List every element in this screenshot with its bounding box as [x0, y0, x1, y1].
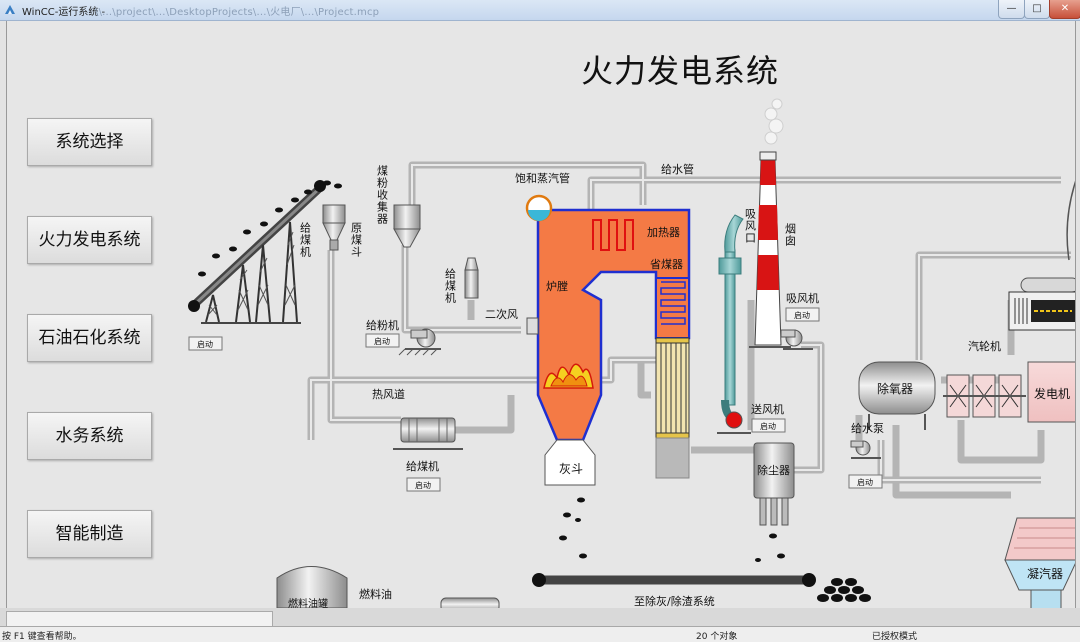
minimize-button[interactable]: — [998, 0, 1025, 19]
coal-conveyor [188, 180, 342, 324]
start-button-feed-pump[interactable]: 启动 [848, 474, 883, 489]
deaerator [858, 361, 936, 430]
label-turbine: 汽轮机 [968, 339, 1001, 353]
label-generator: 发电机 [1034, 386, 1070, 401]
status-object-count: 20 个对象 [696, 632, 738, 642]
nav-button-petrochemical[interactable]: 石油石化系统 [27, 314, 152, 362]
maximize-button[interactable]: □ [1024, 0, 1050, 19]
nav-button-thermal-power[interactable]: 火力发电系统 [27, 216, 152, 264]
start-button-conveyor[interactable]: 启动 [188, 336, 223, 351]
label-feed-pump: 给水泵 [851, 422, 884, 435]
nav-button-water-system[interactable]: 水务系统 [27, 412, 152, 460]
label-hot-air-duct: 热风道 [372, 387, 405, 401]
svg-text:启动: 启动 [197, 339, 213, 349]
suction-duct [717, 214, 751, 434]
nav-button-system-select[interactable]: 系统选择 [27, 118, 152, 166]
status-bar: 按 F1 键查看帮助。 20 个对象 已授权模式 [0, 626, 1080, 642]
label-coal-feeder-bottom: 给煤机 [406, 459, 439, 473]
start-button-forced-fan[interactable]: 启动 [751, 418, 786, 433]
label-small-coal-feeder: 给煤机 [444, 268, 457, 304]
label-dust-collector: 除尘器 [757, 463, 790, 477]
steam-turbine [943, 374, 1026, 418]
label-furnace: 炉膛 [546, 279, 568, 293]
svg-text:启动: 启动 [794, 310, 810, 320]
label-forced-fan: 送风机 [751, 402, 784, 416]
label-feedwater-pipe: 给水管 [661, 162, 694, 176]
label-raw-coal-hopper: 原煤斗 [350, 222, 363, 258]
label-condenser: 凝汽器 [1027, 566, 1063, 581]
label-induced-fan: 吸风机 [786, 291, 819, 305]
close-button[interactable]: ✕ [1049, 0, 1080, 19]
condenser [1004, 517, 1075, 608]
label-suction-inlet: 吸风口 [744, 208, 757, 244]
label-ash-removal: 至除灰/除渣系统 [634, 594, 715, 608]
window-path: \\...\project\...\DesktopProjects\...\火电… [95, 7, 380, 18]
label-economizer: 省煤器 [650, 258, 683, 271]
process-canvas: 给煤机 原煤斗 煤粉收集器 给煤机 给粉机 二次风 热风道 给煤机 饱和蒸汽管 … [6, 21, 1076, 608]
svg-text:启动: 启动 [374, 336, 390, 346]
start-button-powder-feeder[interactable]: 启动 [365, 333, 400, 348]
air-preheater [655, 337, 690, 479]
pulverized-coal-collector [393, 204, 421, 248]
label-secondary-air: 二次风 [485, 307, 518, 321]
label-ash-hopper: 灰斗 [559, 462, 583, 476]
label-deaerator: 除氧器 [877, 381, 913, 396]
bottom-coal-feeder [393, 417, 463, 450]
label-saturated-steam-pipe: 饱和蒸汽管 [515, 171, 570, 185]
dust-collector [753, 442, 795, 526]
label-fuel-oil: 燃料油 [359, 587, 392, 601]
window-title: WinCC-运行系统 - [22, 7, 106, 18]
ash-conveyor [532, 497, 871, 602]
horizontal-scrollbar[interactable] [6, 611, 273, 627]
window-titlebar: WinCC-运行系统 - \\...\project\...\DesktopPr… [0, 0, 1080, 21]
raw-coal-hopper [322, 204, 346, 251]
label-chimney: 烟囱 [784, 222, 797, 247]
label-powder-feeder: 给粉机 [366, 318, 399, 332]
start-button-coal-feeder[interactable]: 启动 [406, 477, 441, 492]
wincc-app-icon [5, 5, 15, 14]
svg-text:启动: 启动 [415, 480, 431, 490]
label-pulverized-coal-collector: 煤粉收集器 [376, 165, 389, 225]
svg-text:启动: 启动 [857, 477, 873, 487]
status-mode: 已授权模式 [872, 632, 918, 642]
feed-pump [850, 440, 881, 459]
page-title: 火力发电系统 [581, 52, 780, 90]
power-plant-diagram: 给煤机 原煤斗 煤粉收集器 给煤机 给粉机 二次风 热风道 给煤机 饱和蒸汽管 … [188, 98, 1075, 608]
label-feeder-conveyor: 给煤机 [299, 222, 312, 258]
status-help-text: 按 F1 键查看帮助。 [2, 632, 82, 642]
label-fuel-tank: 燃料油罐 [288, 597, 328, 608]
nav-button-smart-manufacturing[interactable]: 智能制造 [27, 510, 152, 558]
label-heater: 加热器 [647, 226, 680, 239]
svg-text:启动: 启动 [760, 421, 776, 431]
small-coal-feeder [464, 257, 479, 299]
start-button-induced-fan[interactable]: 启动 [785, 307, 820, 322]
